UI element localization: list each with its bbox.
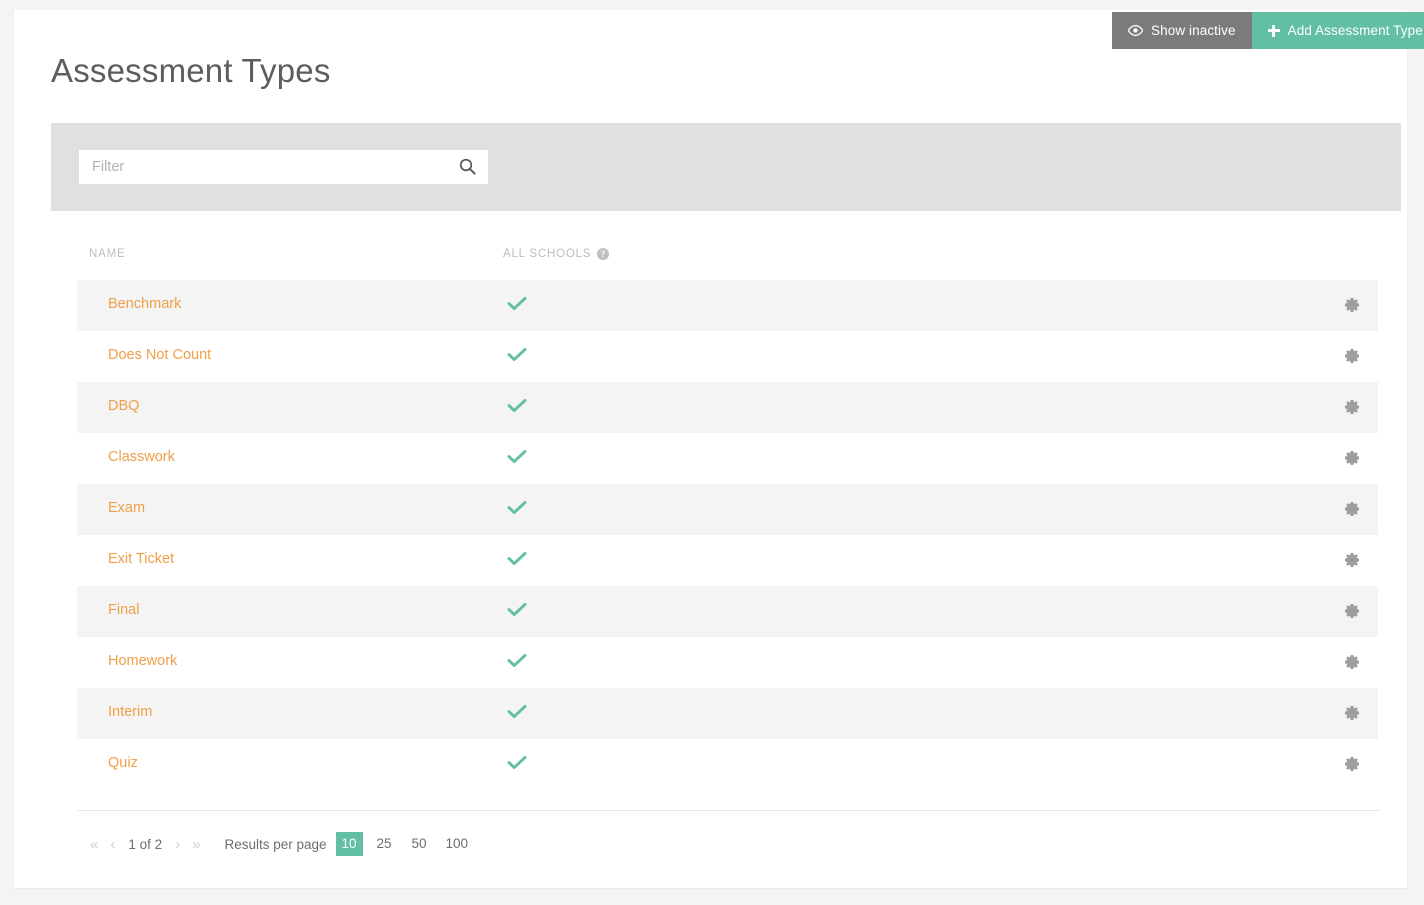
gear-icon[interactable] (1343, 398, 1361, 416)
column-header-name: NAME (89, 248, 126, 260)
filter-input-wrapper (79, 150, 488, 184)
add-assessment-type-button[interactable]: Add Assessment Type (1251, 12, 1424, 49)
assessment-type-link[interactable]: Benchmark (108, 296, 181, 312)
help-icon[interactable]: ? (597, 248, 610, 260)
gear-icon[interactable] (1343, 296, 1361, 314)
gear-icon[interactable] (1343, 347, 1361, 365)
table-row: Benchmark (77, 280, 1378, 331)
gear-icon[interactable] (1343, 755, 1361, 773)
check-icon (507, 704, 529, 719)
table-row: Homework (77, 637, 1378, 688)
assessment-types-table: NAME ALL SCHOOLS ? Benchmark Does Not Cou… (77, 242, 1378, 790)
gear-icon[interactable] (1343, 551, 1361, 569)
show-inactive-label: Show inactive (1151, 23, 1236, 38)
show-inactive-button[interactable]: Show inactive (1112, 12, 1252, 49)
gear-icon[interactable] (1343, 500, 1361, 518)
table-row: Interim (77, 688, 1378, 739)
plus-icon (1267, 24, 1280, 37)
table-header-row: NAME ALL SCHOOLS ? (77, 242, 1378, 280)
page-size-options: 10 25 50 100 (335, 832, 482, 856)
table-row: DBQ (77, 382, 1378, 433)
filter-panel (51, 123, 1401, 211)
pagination-page-label: 1 of 2 (128, 836, 163, 852)
check-icon (507, 551, 529, 566)
pagination: « ‹ 1 of 2 › » Results per page 10 25 50 10… (84, 832, 481, 856)
gear-icon[interactable] (1343, 704, 1361, 722)
table-row: Classwork (77, 433, 1378, 484)
assessment-type-link[interactable]: Homework (108, 653, 177, 669)
check-icon (507, 449, 529, 464)
page-size-option[interactable]: 25 (371, 832, 398, 856)
assessment-type-link[interactable]: DBQ (108, 398, 139, 414)
table-row: Quiz (77, 739, 1378, 790)
pagination-next-button[interactable]: › (169, 837, 186, 852)
page-card: Assessment Types NAME ALL SCHOOLS ? Benc… (14, 10, 1407, 888)
check-icon (507, 755, 529, 770)
assessment-type-link[interactable]: Classwork (108, 449, 175, 465)
table-row: Exam (77, 484, 1378, 535)
assessment-type-link[interactable]: Exit Ticket (108, 551, 174, 567)
filter-input[interactable] (79, 150, 488, 184)
page-size-option[interactable]: 50 (406, 832, 433, 856)
page-size-option[interactable]: 10 (335, 832, 363, 856)
assessment-type-link[interactable]: Quiz (108, 755, 138, 771)
gear-icon[interactable] (1343, 449, 1361, 467)
gear-icon[interactable] (1343, 653, 1361, 671)
check-icon (507, 296, 529, 311)
search-icon[interactable] (459, 158, 476, 175)
topbar-actions: Show inactive Add Assessment Type (1112, 12, 1424, 49)
table-row: Does Not Count (77, 331, 1378, 382)
column-header-all-schools-label: ALL SCHOOLS (503, 248, 592, 260)
check-icon (507, 398, 529, 413)
check-icon (507, 347, 529, 362)
check-icon (507, 500, 529, 515)
assessment-type-link[interactable]: Interim (108, 704, 152, 720)
table-body: Benchmark Does Not Count DBQ Classwork Exam E… (77, 280, 1378, 790)
eye-icon (1128, 25, 1143, 36)
page-size-option[interactable]: 100 (441, 832, 474, 856)
add-assessment-type-label: Add Assessment Type (1287, 23, 1423, 38)
assessment-type-link[interactable]: Does Not Count (108, 347, 211, 363)
pagination-prev-button[interactable]: ‹ (104, 837, 121, 852)
gear-icon[interactable] (1343, 602, 1361, 620)
column-header-all-schools: ALL SCHOOLS ? (503, 248, 610, 260)
pagination-last-button[interactable]: » (186, 837, 206, 852)
assessment-type-link[interactable]: Final (108, 602, 139, 618)
results-per-page-label: Results per page (224, 836, 327, 852)
pagination-first-button[interactable]: « (84, 837, 104, 852)
check-icon (507, 602, 529, 617)
assessment-type-link[interactable]: Exam (108, 500, 145, 516)
table-row: Final (77, 586, 1378, 637)
check-icon (507, 653, 529, 668)
table-row: Exit Ticket (77, 535, 1378, 586)
table-divider (77, 810, 1380, 811)
page-title: Assessment Types (51, 52, 331, 89)
